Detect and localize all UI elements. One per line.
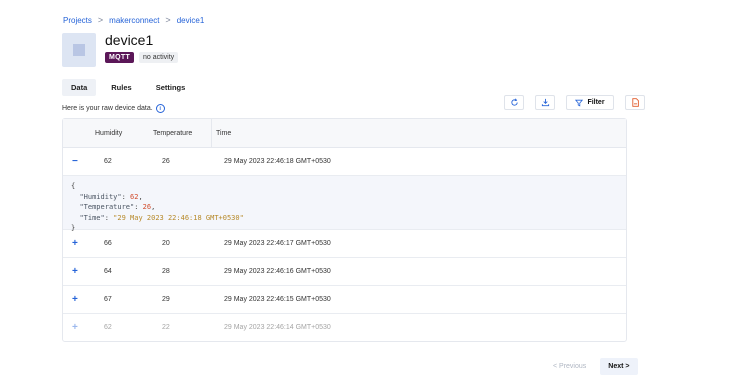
humidity-cell: 62 [104,158,112,165]
protocol-badge: MQTT [105,52,135,63]
table-row[interactable]: + 64 28 29 May 2023 22:46:16 GMT+0530 [63,258,626,286]
json-key: "Time" [79,213,105,222]
download-button[interactable] [535,95,555,110]
download-icon [541,98,549,107]
column-header-humidity[interactable]: Humidity [95,130,153,137]
expand-row-button[interactable]: + [63,294,104,305]
filter-button[interactable]: Filter [566,95,614,110]
info-icon[interactable]: i [155,104,165,113]
temperature-cell: 22 [162,324,170,331]
json-key: "Humidity" [79,192,122,201]
expand-row-button[interactable]: + [63,322,104,333]
breadcrumb-projects[interactable]: Projects [63,16,92,25]
json-value: "29 May 2023 22:46:18 GMT+0530" [113,213,244,222]
device-thumbnail [62,33,96,67]
filter-label: Filter [587,99,605,106]
time-cell: 29 May 2023 22:46:15 GMT+0530 [224,296,331,303]
temperature-cell: 26 [162,158,170,165]
column-header-time[interactable]: Time [216,130,626,137]
pdf-icon [631,98,639,107]
expand-row-button[interactable]: + [63,266,104,277]
expand-row-button[interactable]: + [63,238,104,249]
tab-settings[interactable]: Settings [147,79,195,96]
json-value: 26 [142,203,152,211]
chevron-right-icon: > [165,15,171,25]
chevron-right-icon: > [97,15,104,25]
breadcrumb-device1[interactable]: device1 [177,16,205,25]
tab-bar: Data Rules Settings [62,79,194,96]
tab-data[interactable]: Data [62,79,97,96]
json-key: "Temperature" [79,203,135,211]
data-toolbar: Filter [504,95,645,110]
refresh-button[interactable] [504,95,524,110]
expanded-json-view: { "Humidity": 62, "Temperature": 26, "Ti… [63,176,626,232]
humidity-cell: 62 [104,324,112,331]
page-title: device1 [105,32,154,48]
refresh-icon [510,98,518,106]
json-time-line: "Time": "29 May 2023 22:46:18 GMT+0530" [79,213,244,222]
hint-text: Here is your raw device data. [62,105,153,112]
temperature-cell: 29 [162,296,170,303]
humidity-cell: 64 [104,268,112,275]
temperature-cell: 20 [162,240,170,247]
json-humidity-line: "Humidity": 62, [79,192,143,201]
json-temperature-line: "Temperature": 26, [79,203,156,211]
tab-rules[interactable]: Rules [102,79,140,96]
table-row[interactable]: − 62 26 29 May 2023 22:46:18 GMT+0530 [63,148,626,176]
next-page-button[interactable]: Next > [600,358,638,375]
activity-badge: no activity [139,52,179,63]
time-cell: 29 May 2023 22:46:16 GMT+0530 [224,268,331,275]
temperature-cell: 28 [162,268,170,275]
humidity-cell: 67 [104,296,112,303]
table-row[interactable]: + 67 29 29 May 2023 22:46:15 GMT+0530 [63,286,626,314]
device-badges: MQTT no activity [105,52,179,63]
raw-data-table: Humidity Temperature Time − 62 26 29 May… [62,118,627,342]
time-cell: 29 May 2023 22:46:14 GMT+0530 [224,324,331,331]
device-image-placeholder-icon [73,44,85,56]
funnel-icon [575,99,584,106]
json-open-brace: { [71,182,76,190]
table-row[interactable]: + 66 20 29 May 2023 22:46:17 GMT+0530 [63,230,626,258]
export-pdf-button[interactable] [625,95,645,110]
collapse-row-button[interactable]: − [63,156,104,167]
device-data-page: Projects > makerconnect > device1 device… [0,0,748,382]
humidity-cell: 66 [104,240,112,247]
table-header: Humidity Temperature Time [63,119,626,148]
breadcrumb: Projects > makerconnect > device1 [63,15,204,25]
raw-data-hint: Here is your raw device data. i [62,104,165,113]
time-cell: 29 May 2023 22:46:17 GMT+0530 [224,240,331,247]
table-row[interactable]: + 62 22 29 May 2023 22:46:14 GMT+0530 [63,314,626,341]
previous-page-button[interactable]: < Previous [545,358,594,375]
pagination: < Previous Next > [545,358,638,375]
json-value: 62 [130,192,139,201]
column-header-temperature[interactable]: Temperature [153,119,212,147]
time-cell: 29 May 2023 22:46:18 GMT+0530 [224,158,331,165]
breadcrumb-makerconnect[interactable]: makerconnect [109,16,159,25]
